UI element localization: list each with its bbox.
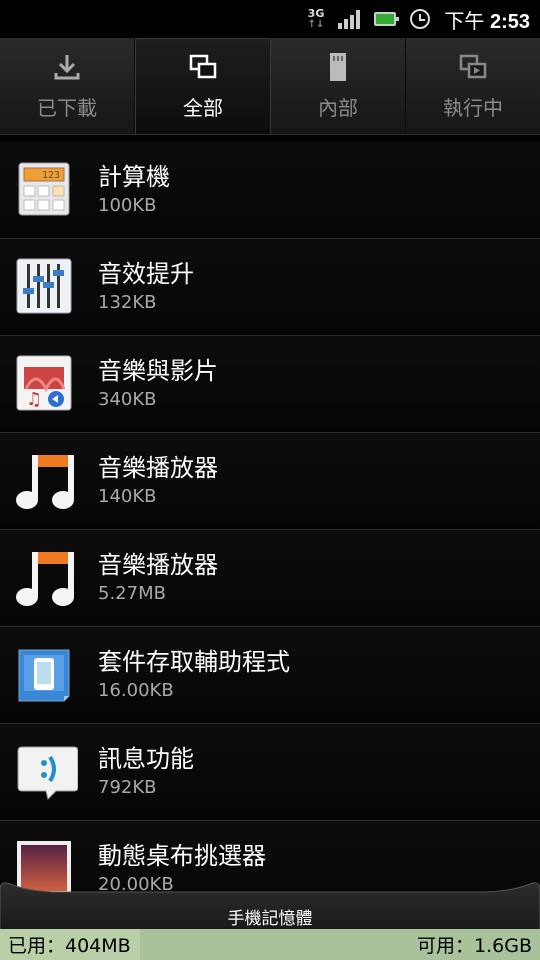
download-icon bbox=[52, 52, 82, 82]
sdcard-icon bbox=[323, 52, 353, 82]
music-note-icon bbox=[16, 452, 74, 510]
alarm-clock-icon bbox=[410, 9, 431, 29]
package-access-icon bbox=[16, 646, 74, 704]
app-name: 套件存取輔助程式 bbox=[98, 648, 290, 676]
tab-internal[interactable]: 內部 bbox=[271, 38, 406, 134]
storage-used: 已用：404MB bbox=[8, 935, 131, 957]
storage-title: 手機記憶體 bbox=[227, 909, 313, 929]
music-note-icon bbox=[16, 549, 74, 607]
app-name: 音樂播放器 bbox=[98, 454, 218, 482]
storage-available: 可用：1.6GB bbox=[417, 935, 532, 957]
list-item[interactable]: 套件存取輔助程式 16.00KB bbox=[0, 627, 540, 724]
tab-downloaded[interactable]: 已下載 bbox=[0, 38, 135, 134]
app-size: 792KB bbox=[98, 777, 157, 798]
app-list: 123 計算機 100KB 音效提升 132KB ♫ 音樂與影片 340KB 音… bbox=[0, 142, 540, 918]
app-name: 計算機 bbox=[98, 163, 170, 191]
app-name: 動態桌布挑選器 bbox=[98, 842, 266, 870]
tab-bar: 已下載 全部 內部 執行中 bbox=[0, 38, 540, 135]
status-clock: 下午 2:53 bbox=[444, 10, 530, 33]
app-size: 132KB bbox=[98, 292, 157, 313]
tab-all[interactable]: 全部 bbox=[135, 38, 271, 134]
app-size: 340KB bbox=[98, 389, 157, 410]
app-size: 5.27MB bbox=[98, 583, 166, 604]
battery-icon bbox=[374, 12, 400, 26]
list-item[interactable]: 123 計算機 100KB bbox=[0, 142, 540, 239]
equalizer-icon bbox=[16, 258, 74, 316]
tab-running[interactable]: 執行中 bbox=[406, 38, 540, 134]
signal-strength-icon bbox=[338, 9, 361, 29]
tab-label: 全部 bbox=[183, 96, 223, 120]
app-size: 100KB bbox=[98, 195, 157, 216]
tab-label: 內部 bbox=[318, 95, 358, 120]
running-icon bbox=[458, 52, 488, 82]
app-name: 訊息功能 bbox=[98, 745, 194, 773]
app-size: 16.00KB bbox=[98, 680, 174, 701]
music-video-icon: ♫ bbox=[16, 355, 74, 413]
app-name: 音效提升 bbox=[98, 260, 194, 288]
svg-text:♫: ♫ bbox=[26, 389, 42, 410]
calculator-icon: 123 bbox=[16, 161, 74, 219]
app-name: 音樂播放器 bbox=[98, 551, 218, 579]
list-item[interactable]: ♫ 音樂與影片 340KB bbox=[0, 336, 540, 433]
app-size: 140KB bbox=[98, 486, 157, 507]
network-3g-icon: 3G ↑↓ bbox=[307, 7, 325, 30]
tab-label: 執行中 bbox=[443, 95, 503, 120]
svg-text:123: 123 bbox=[42, 170, 60, 181]
status-bar: 3G ↑↓ 下午 2:53 bbox=[0, 0, 540, 38]
list-item[interactable]: 訊息功能 792KB bbox=[0, 724, 540, 821]
list-item[interactable]: 音樂播放器 5.27MB bbox=[0, 530, 540, 627]
app-name: 音樂與影片 bbox=[98, 357, 218, 385]
storage-usage-bar: 已用：404MB 可用：1.6GB bbox=[0, 929, 540, 960]
windows-icon bbox=[188, 52, 218, 82]
messaging-icon bbox=[16, 743, 79, 801]
list-item[interactable]: 音樂播放器 140KB bbox=[0, 433, 540, 530]
tab-label: 已下載 bbox=[37, 95, 97, 120]
list-item[interactable]: 音效提升 132KB bbox=[0, 239, 540, 336]
